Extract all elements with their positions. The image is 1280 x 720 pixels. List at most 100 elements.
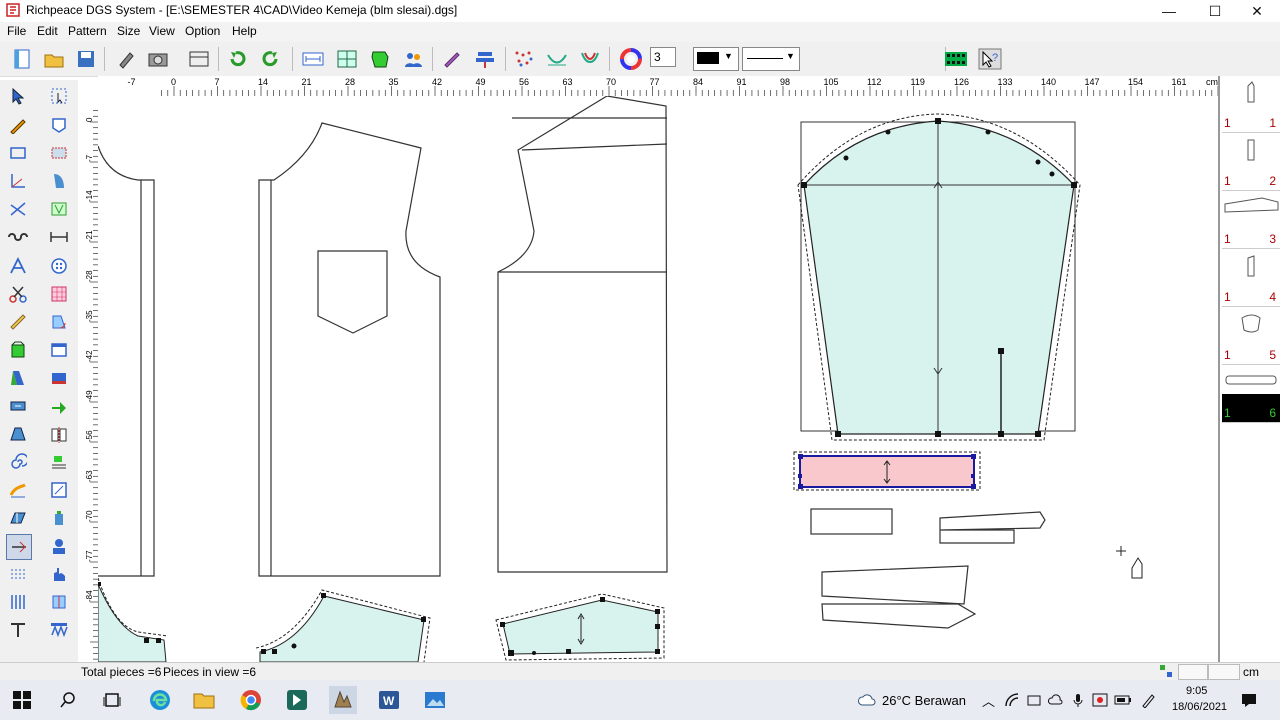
ruler-icon[interactable] [6,310,30,334]
redo-icon[interactable] [257,46,283,72]
line-style-dropdown[interactable]: ▼ [742,47,800,71]
multi-line-icon[interactable] [6,590,30,614]
clock-date[interactable]: 18/06/2021 [1172,701,1227,713]
shirt-piece-icon[interactable] [6,338,30,362]
rect-piece-icon[interactable] [47,141,71,165]
fold-piece-icon[interactable] [6,422,30,446]
split-piece-icon[interactable] [47,590,71,614]
task-view-icon[interactable] [98,686,126,714]
dashed-lines-icon[interactable] [6,562,30,586]
word-icon[interactable]: W [375,686,403,714]
text-a-icon[interactable] [6,254,30,278]
seam-allowance-icon[interactable] [6,478,30,502]
search-icon[interactable] [54,686,82,714]
sleeve-piece-icon[interactable] [6,366,30,390]
pen-icon[interactable] [1140,692,1156,709]
grading-points-icon[interactable] [511,46,537,72]
user-piece-icon[interactable] [47,534,71,558]
line-width-input[interactable] [650,47,676,67]
notification-icon[interactable] [1240,692,1258,708]
tape-measure-icon[interactable] [6,225,30,249]
network-icon[interactable] [1004,692,1020,708]
digitize-pen-icon[interactable] [113,46,139,72]
piece-thumb-6[interactable]: 1 6 [1222,366,1280,423]
button-hole-icon[interactable] [47,254,71,278]
plotter-icon[interactable] [186,46,212,72]
windows-start-icon[interactable] [8,686,36,714]
microphone-icon[interactable] [1070,692,1086,708]
piece-thumb-4[interactable]: 1 4 [1222,250,1280,307]
piece-thumb-5[interactable]: 1 5 [1222,308,1280,365]
grid-view-icon[interactable] [334,46,360,72]
cut-tool-icon[interactable] [6,534,32,560]
bottle-icon[interactable] [47,506,71,530]
drawing-canvas[interactable] [98,96,1218,662]
weather-text[interactable]: 26°C Berawan [882,693,966,708]
color-dropdown[interactable]: ▼ [693,47,739,71]
pocket-shape-icon[interactable] [47,113,71,137]
photos-icon[interactable] [421,686,449,714]
rectangle-icon[interactable] [6,141,30,165]
hand-icon[interactable] [47,562,71,586]
open-folder-icon[interactable] [41,46,67,72]
menu-pattern[interactable]: Pattern [68,24,107,38]
grading-curve-icon[interactable] [544,46,570,72]
brush-icon[interactable] [439,46,465,72]
film-record-icon[interactable] [943,46,969,72]
people-icon[interactable] [400,46,426,72]
spiral-icon[interactable] [6,450,30,474]
battery-icon[interactable] [1114,692,1132,708]
close-button[interactable]: ✕ [1234,0,1280,22]
select-arrow-icon[interactable] [6,84,30,108]
distance-icon[interactable] [47,225,71,249]
align-icon[interactable] [472,46,498,72]
color-wheel-icon[interactable] [618,46,644,72]
recorder-app-icon[interactable] [283,686,311,714]
menu-view[interactable]: View [149,24,175,38]
chevron-up-icon[interactable]: ︿ [982,691,995,710]
curve-piece-icon[interactable] [47,169,71,193]
angle-line-icon[interactable] [6,169,30,193]
file-explorer-icon[interactable] [190,686,218,714]
mirror-piece-icon[interactable] [47,422,71,446]
richpeace-app-icon[interactable] [329,686,357,714]
record-indicator-icon[interactable] [1092,692,1108,708]
select-box-icon[interactable] [47,84,71,108]
save-icon[interactable] [73,46,99,72]
truck-icon[interactable] [47,366,71,390]
piece-thumb-3[interactable]: 1 3 [1222,192,1280,249]
piece-thumb-2[interactable]: 1 2 [1222,134,1280,191]
meet-icon[interactable] [1026,692,1042,708]
menu-file[interactable]: File [7,24,26,38]
camera-icon[interactable] [145,46,171,72]
dart-icon[interactable] [47,197,71,221]
menu-help[interactable]: Help [232,24,257,38]
edge-browser-icon[interactable] [146,686,174,714]
help-pointer-icon[interactable]: ? [977,46,1003,72]
menu-edit[interactable]: Edit [37,24,58,38]
add-seam-icon[interactable] [47,450,71,474]
clock-time[interactable]: 9:05 [1186,685,1207,697]
chrome-icon[interactable] [237,686,265,714]
zigzag-icon[interactable] [47,618,71,642]
menu-size[interactable]: Size [117,24,140,38]
minimize-button[interactable]: — [1146,0,1192,22]
piece-thumb-1[interactable]: 1 1 [1222,76,1280,133]
frame-piece-icon[interactable] [47,478,71,502]
pleat-piece-icon[interactable] [6,506,30,530]
menu-option[interactable]: Option [185,24,220,38]
grading-nest-icon[interactable] [577,46,603,72]
measure-icon[interactable] [300,46,326,72]
text-t-icon[interactable] [6,618,30,642]
new-file-icon[interactable] [9,46,35,72]
green-arrow-icon[interactable] [47,394,71,418]
undo-icon[interactable] [225,46,251,72]
pencil-icon[interactable] [6,113,30,137]
scissors-icon[interactable] [6,282,30,306]
notch-piece-icon[interactable] [6,394,30,418]
onedrive-icon[interactable] [1047,692,1064,708]
rotate-piece-icon[interactable] [47,310,71,334]
fabric-grid-icon[interactable] [47,282,71,306]
window-piece-icon[interactable] [47,338,71,362]
pattern-piece-icon[interactable] [367,46,393,72]
